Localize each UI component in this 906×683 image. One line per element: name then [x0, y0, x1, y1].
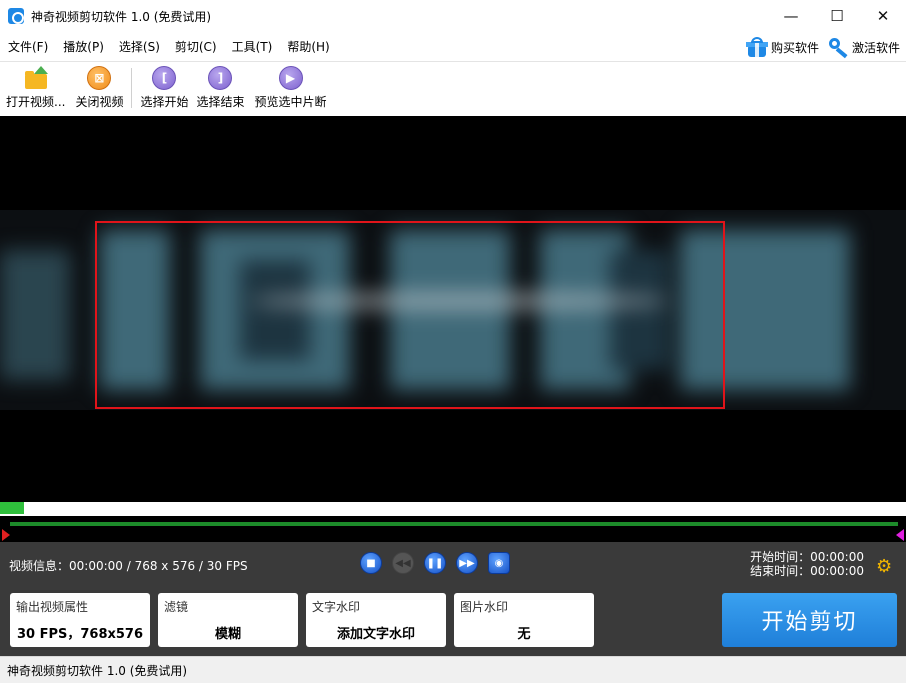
blur-selection-rectangle[interactable] [95, 221, 725, 409]
maximize-button[interactable]: ☐ [814, 0, 860, 32]
fast-forward-icon: ▶▶ [459, 557, 475, 569]
image-watermark-box[interactable]: 图片水印 无 [454, 593, 594, 647]
toolbar: 打开视频... ⊠ 关闭视频 [ 选择开始 ] 选择结束 ▶ 预览选中片断 [0, 63, 906, 115]
start-time-value: 00:00:00 [810, 550, 864, 564]
open-folder-icon [24, 66, 48, 90]
toolbar-separator [131, 68, 133, 108]
output-props-value: 30 FPS，768x576 [16, 627, 144, 642]
playback-progress-fill [0, 502, 25, 514]
buy-software-label: 购买软件 [770, 40, 819, 55]
filter-box[interactable]: 滤镜 模糊 [158, 593, 298, 647]
activate-software-label: 激活软件 [851, 40, 900, 55]
range-start-marker[interactable] [2, 529, 10, 541]
fast-forward-button[interactable]: ▶▶ [456, 552, 478, 574]
filter-value: 模糊 [214, 627, 241, 642]
pause-button[interactable]: ❚❚ [424, 552, 446, 574]
select-end-button[interactable]: ] 选择结束 [196, 66, 245, 110]
snapshot-button[interactable]: ◉ [488, 552, 510, 574]
select-end-label: 选择结束 [196, 95, 245, 109]
app-icon [8, 8, 24, 24]
close-button[interactable]: ✕ [860, 0, 906, 32]
text-watermark-value: 添加文字水印 [336, 627, 415, 642]
select-start-icon: [ [152, 66, 177, 90]
timeline [0, 502, 906, 542]
end-time-value: 00:00:00 [810, 564, 864, 578]
output-props-label: 输出视频属性 [16, 600, 89, 614]
output-props-box[interactable]: 输出视频属性 30 FPS，768x576 [10, 593, 150, 647]
buy-software-button[interactable]: 购买软件 [745, 37, 819, 57]
video-preview[interactable] [0, 116, 906, 502]
minimize-button[interactable]: — [768, 0, 814, 32]
range-end-marker[interactable] [896, 529, 904, 541]
window-controls: — ☐ ✕ [768, 0, 906, 32]
menu-right-actions: 购买软件 激活软件 [738, 32, 900, 62]
menu-play[interactable]: 播放(P) [56, 38, 111, 55]
start-cut-button[interactable]: 开始剪切 [722, 593, 897, 647]
menu-bar: 文件(F) 播放(P) 选择(S) 剪切(C) 工具(T) 帮助(H) 购买软件… [0, 32, 906, 62]
gear-icon[interactable]: ⚙ [876, 558, 894, 576]
video-info-text: 视频信息：00:00:00 / 768 x 576 / 30 FPS [9, 559, 248, 573]
title-bar: 神奇视频剪切软件 1.0 (免费试用) — ☐ ✕ [0, 0, 906, 32]
control-panel: 视频信息：00:00:00 / 768 x 576 / 30 FPS ■ ◀◀ … [0, 542, 906, 656]
pause-icon: ❚❚ [426, 557, 444, 569]
end-time-label: 结束时间： [750, 564, 811, 578]
selection-range-area[interactable] [0, 516, 906, 542]
menu-file[interactable]: 文件(F) [1, 38, 55, 55]
stop-icon: ■ [366, 557, 376, 569]
camera-icon: ◉ [494, 557, 504, 569]
menu-tools[interactable]: 工具(T) [225, 38, 280, 55]
activate-software-button[interactable]: 激活软件 [827, 36, 900, 59]
menu-help[interactable]: 帮助(H) [280, 38, 336, 55]
start-time-label: 开始时间： [750, 550, 811, 564]
time-readout: 开始时间：00:00:00 结束时间：00:00:00 [750, 550, 864, 578]
text-watermark-box[interactable]: 文字水印 添加文字水印 [306, 593, 446, 647]
open-video-button[interactable]: 打开视频... [6, 66, 65, 110]
menu-cut[interactable]: 剪切(C) [168, 38, 224, 55]
status-bar: 神奇视频剪切软件 1.0 (免费试用) [0, 656, 906, 683]
status-text: 神奇视频剪切软件 1.0 (免费试用) [7, 663, 188, 678]
select-start-button[interactable]: [ 选择开始 [140, 66, 188, 110]
rewind-button[interactable]: ◀◀ [392, 552, 414, 574]
image-watermark-label: 图片水印 [460, 600, 509, 614]
image-watermark-value: 无 [517, 627, 531, 642]
gift-icon [745, 37, 768, 57]
preview-play-icon: ▶ [278, 66, 303, 90]
close-video-icon: ⊠ [87, 66, 112, 90]
rewind-icon: ◀◀ [395, 557, 411, 569]
window-title: 神奇视频剪切软件 1.0 (免费试用) [31, 9, 212, 24]
playback-controls: ■ ◀◀ ❚❚ ▶▶ ◉ [360, 552, 520, 574]
open-video-label: 打开视频... [6, 95, 66, 109]
preview-selection-button[interactable]: ▶ 预览选中片断 [255, 66, 327, 110]
close-video-label: 关闭视频 [75, 95, 124, 109]
menu-select[interactable]: 选择(S) [112, 38, 167, 55]
selection-range-bar [10, 522, 898, 526]
select-end-icon: ] [208, 66, 233, 90]
stop-button[interactable]: ■ [360, 552, 382, 574]
playback-progress-track[interactable] [0, 502, 906, 514]
preview-selection-label: 预览选中片断 [254, 95, 327, 109]
select-start-label: 选择开始 [140, 95, 189, 109]
close-video-button[interactable]: ⊠ 关闭视频 [75, 66, 123, 110]
text-watermark-label: 文字水印 [312, 600, 361, 614]
filter-label: 滤镜 [164, 600, 189, 614]
key-icon [827, 36, 849, 59]
